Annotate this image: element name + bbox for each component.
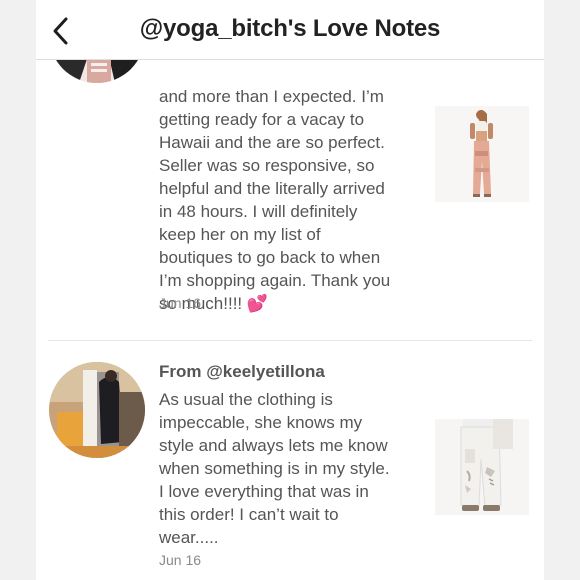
product-photo bbox=[435, 106, 529, 202]
review-body: and more than I expected. I’m getting re… bbox=[159, 87, 391, 313]
review-text: As usual the clothing is impeccable, she… bbox=[159, 390, 390, 547]
review-text: and more than I expected. I’m getting re… bbox=[159, 62, 419, 315]
heart-emoji: 💕 bbox=[246, 294, 269, 313]
page-title: @yoga_bitch's Love Notes bbox=[139, 15, 441, 42]
product-photo bbox=[435, 419, 529, 515]
avatar-photo bbox=[49, 362, 145, 458]
product-thumbnail[interactable] bbox=[435, 419, 529, 515]
reviewer-avatar[interactable] bbox=[49, 362, 145, 458]
review-date: Jun 16 bbox=[159, 295, 202, 311]
product-thumbnail[interactable] bbox=[435, 106, 529, 202]
top-bar: @yoga_bitch's Love Notes bbox=[36, 0, 544, 60]
review-divider bbox=[48, 340, 532, 341]
app-screen: @yoga_bitch's Love Notes and more than I… bbox=[36, 0, 544, 580]
review-author[interactable]: From @keelyetillona bbox=[159, 362, 325, 382]
review-card: From @keelyetillona As usual the clothin… bbox=[36, 342, 544, 580]
review-date: Jun 16 bbox=[159, 552, 202, 568]
